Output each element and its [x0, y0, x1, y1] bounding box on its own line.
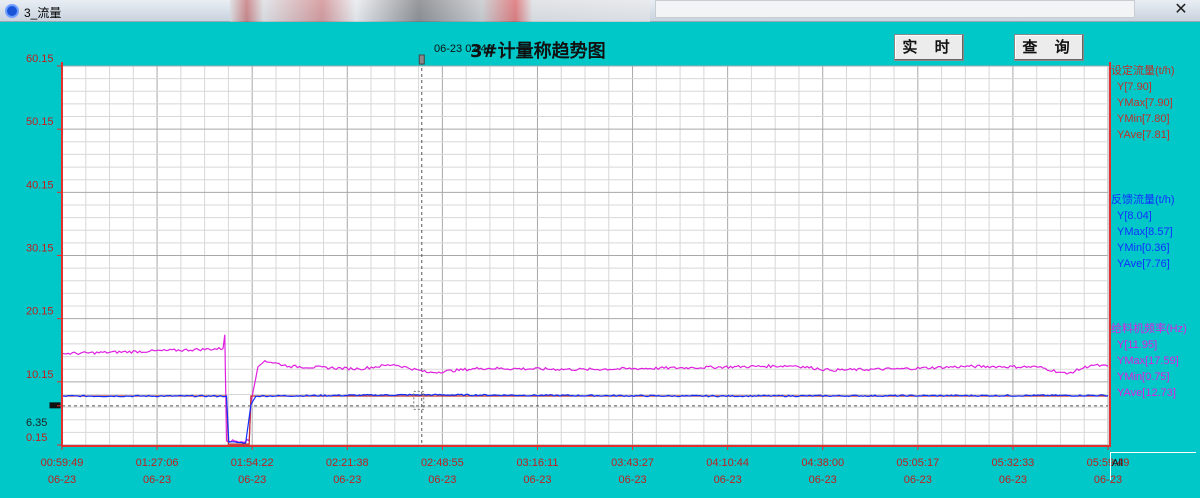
cursor-handle[interactable]	[418, 54, 425, 65]
legend-stat-ymin: YMin[7.80]	[1117, 113, 1170, 125]
legend-feeder-frequency: 给料机频率(Hz) Y[11.95] YMax[17.59] YMin[0.75…	[1111, 321, 1187, 401]
x-tick-label: 02:21:38	[326, 457, 369, 469]
x-tick-label: 01:27:06	[136, 457, 179, 469]
x-tick-date: 06-23	[809, 474, 837, 486]
x-tick-date: 06-23	[333, 474, 361, 486]
legend-stat-yave: YAve[7.76]	[1117, 258, 1170, 270]
cursor-time-label: 06-23 02:43	[434, 43, 493, 55]
y-tick-label: 20.15	[26, 306, 54, 318]
legend-stat-ymin: YMin[0.75]	[1117, 371, 1170, 383]
all-toggle[interactable]: All	[1112, 458, 1123, 469]
x-tick-date: 06-23	[999, 474, 1027, 486]
y-tick-label: 6.35	[26, 417, 47, 429]
y-tick-label: 50.15	[26, 116, 54, 128]
legend-stat-ymax: YMax[8.57]	[1117, 226, 1173, 238]
realtime-button[interactable]: 实 时	[894, 34, 964, 61]
x-tick-date: 06-23	[143, 474, 171, 486]
x-tick-date: 06-23	[238, 474, 266, 486]
x-tick-label: 05:05:17	[896, 457, 939, 469]
query-button[interactable]: 查 询	[1014, 34, 1084, 61]
x-tick-label: 03:16:11	[516, 457, 558, 469]
legend-stat-y: Y[11.95]	[1117, 339, 1158, 351]
legend-stat-ymax: YMax[17.59]	[1117, 355, 1179, 367]
trend-chart: 00:59:49 06-23 01:27:06 06-23 01:54:22 06-23 0…	[26, 53, 1129, 486]
legend-stat-ymin: YMin[0.36]	[1117, 242, 1170, 254]
y-tick-label: 60.15	[26, 53, 54, 65]
y-tick-label: 30.15	[26, 243, 54, 255]
x-tick-label: 04:10:44	[706, 457, 749, 469]
legend-stat-ymax: YMax[7.90]	[1117, 97, 1173, 109]
x-tick-label: 03:43:27	[611, 457, 654, 469]
legend-stat-yave: YAve[7.81]	[1117, 129, 1170, 141]
x-tick-date: 06-23	[714, 474, 742, 486]
legend-setpoint-flow: 设定流量(t/h) Y[7.90] YMax[7.90] YMin[7.80] …	[1111, 63, 1175, 143]
legend-feedback-flow: 反馈流量(t/h) Y[8.04] YMax[8.57] YMin[0.36] …	[1111, 192, 1175, 272]
x-tick-date: 06-23	[904, 474, 932, 486]
y-tick-label: 40.15	[26, 179, 54, 191]
y-tick-label: 0.15	[26, 432, 47, 444]
x-tick-label: 01:54:22	[231, 457, 274, 469]
legend-stat-y: Y[8.04]	[1117, 210, 1152, 222]
x-tick-date: 06-23	[523, 474, 551, 486]
x-tick-date: 06-23	[618, 474, 646, 486]
legend-series-name: 反馈流量(t/h)	[1111, 194, 1175, 206]
legend-stat-yave: YAve[12.73]	[1117, 387, 1176, 399]
x-tick-label: 00:59:49	[41, 457, 84, 469]
legend-stat-y: Y[7.90]	[1117, 81, 1152, 93]
y-tick-label: 10.15	[26, 369, 54, 381]
legend-series-name: 给料机频率(Hz)	[1111, 323, 1187, 335]
x-tick-label: 04:38:00	[801, 457, 844, 469]
x-tick-label: 02:48:55	[421, 457, 464, 469]
x-tick-date: 06-23	[428, 474, 456, 486]
legend-series-name: 设定流量(t/h)	[1111, 65, 1175, 77]
x-tick-date: 06-23	[48, 474, 76, 486]
x-tick-label: 05:32:33	[991, 457, 1034, 469]
